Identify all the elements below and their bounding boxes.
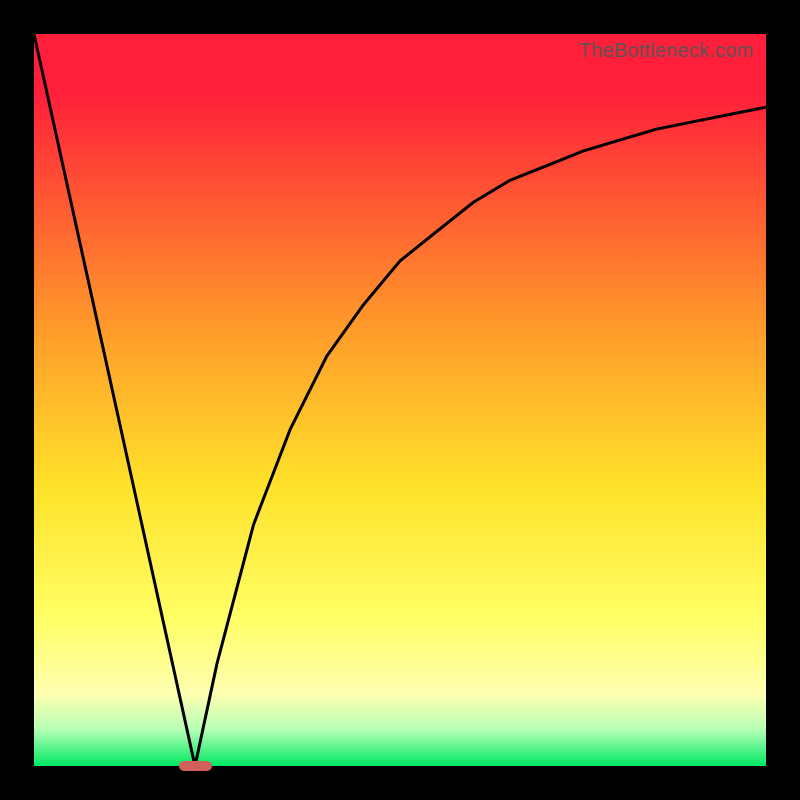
bottleneck-curve (34, 34, 766, 766)
chart-frame: TheBottleneck.com (0, 0, 800, 800)
curve-path (34, 34, 766, 766)
plot-area: TheBottleneck.com (34, 34, 766, 766)
minimum-marker (179, 761, 212, 771)
